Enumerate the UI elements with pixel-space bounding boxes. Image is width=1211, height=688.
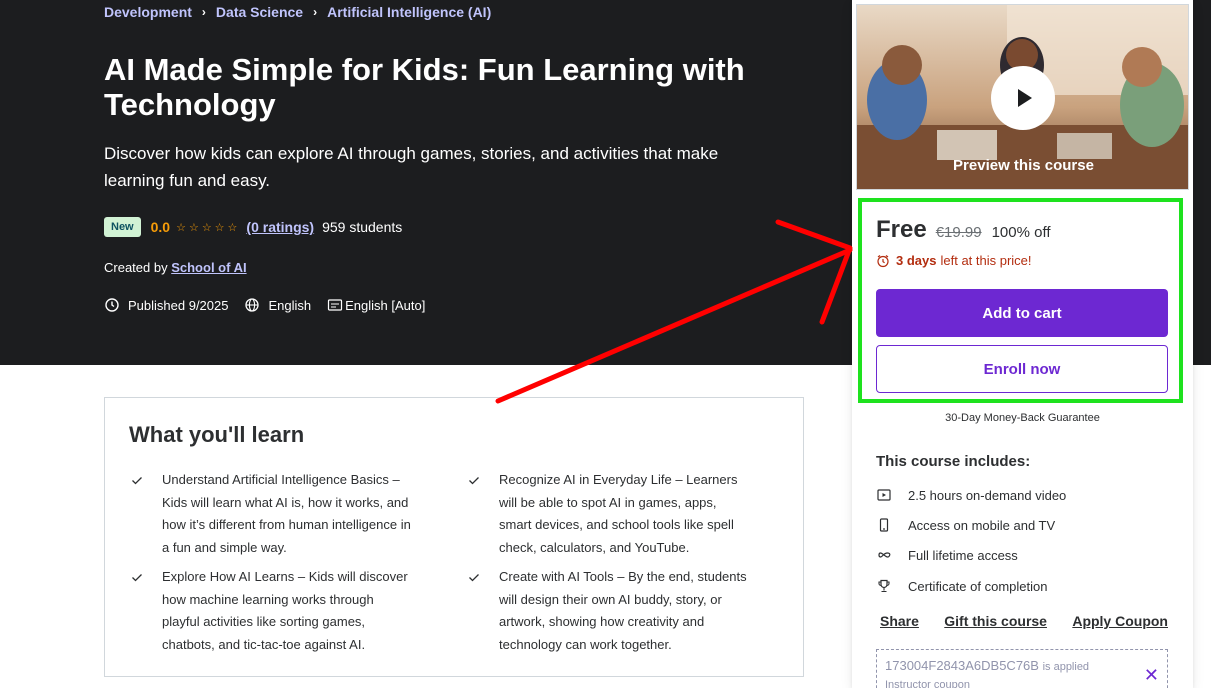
include-certificate: Certificate of completion: [908, 578, 1048, 594]
breadcrumb-data-science[interactable]: Data Science: [216, 4, 303, 20]
learn-item-text: Understand Artificial Intelligence Basic…: [162, 472, 411, 555]
highlight-box: [858, 198, 1183, 403]
breadcrumb: Development › Data Science › Artificial …: [104, 4, 491, 20]
clock-icon: [105, 298, 119, 312]
course-subtitle: Discover how kids can explore AI through…: [104, 144, 719, 190]
star-icon: ☆☆☆☆☆: [176, 221, 241, 234]
students-count: 959 students: [322, 219, 403, 235]
list-item: Recognize AI in Everyday Life – Learners…: [467, 469, 749, 559]
action-links: Share Gift this course Apply Coupon: [880, 613, 1168, 629]
share-link[interactable]: Share: [880, 613, 919, 629]
captions: English [Auto]: [345, 297, 426, 313]
learn-item-text: Recognize AI in Everyday Life – Learners…: [499, 472, 738, 555]
money-back-guarantee: 30-Day Money-Back Guarantee: [945, 412, 1100, 424]
list-item: Understand Artificial Intelligence Basic…: [130, 469, 412, 559]
published-date: Published 9/2025: [128, 297, 229, 313]
trophy-icon: [878, 579, 890, 593]
breadcrumb-development[interactable]: Development: [104, 4, 192, 20]
list-item: 2.5 hours on-demand video: [876, 487, 1066, 503]
language-item: English: [244, 297, 311, 313]
list-item: Explore How AI Learns – Kids will discov…: [130, 566, 412, 656]
created-by: Created by School of AI: [104, 260, 247, 275]
includes-title: This course includes:: [876, 453, 1031, 470]
include-mobile: Access on mobile and TV: [908, 517, 1056, 533]
learn-item-text: Explore How AI Learns – Kids will discov…: [162, 569, 408, 652]
rating-row: New 0.0 ☆☆☆☆☆ (0 ratings) 959 students: [104, 217, 402, 237]
include-lifetime: Full lifetime access: [908, 547, 1018, 563]
ratings-link[interactable]: (0 ratings): [246, 219, 314, 235]
course-title: AI Made Simple for Kids: Fun Learning wi…: [104, 52, 745, 122]
instructor-link[interactable]: School of AI: [171, 260, 246, 275]
list-item: Full lifetime access: [876, 547, 1018, 563]
list-item: Create with AI Tools – By the end, stude…: [467, 566, 749, 656]
check-icon: [469, 477, 479, 485]
new-badge: New: [104, 217, 141, 237]
what-youll-learn: What you'll learn Understand Artificial …: [104, 397, 804, 677]
created-by-label: Created by: [104, 260, 168, 275]
published-item: Published 9/2025: [104, 297, 228, 313]
include-video: 2.5 hours on-demand video: [908, 487, 1067, 503]
infinity-icon: [878, 552, 891, 558]
play-button[interactable]: [991, 66, 1055, 130]
apply-coupon-link[interactable]: Apply Coupon: [1072, 613, 1168, 629]
coupon-type: Instructor coupon: [885, 679, 970, 688]
language: English: [268, 297, 312, 313]
list-item: Certificate of completion: [876, 578, 1047, 594]
preview-label: Preview this course: [953, 157, 1094, 174]
check-icon: [469, 574, 479, 582]
close-icon[interactable]: ✕: [1144, 665, 1159, 686]
list-item: Access on mobile and TV: [876, 517, 1055, 533]
chevron-right-icon: ›: [313, 5, 318, 19]
learn-item-text: Create with AI Tools – By the end, stude…: [499, 569, 747, 652]
applied-coupon: 173004F2843A6DB5C76B is applied Instruct…: [876, 649, 1168, 688]
learn-title: What you'll learn: [129, 422, 305, 447]
coupon-applied-text: is applied: [1042, 661, 1090, 673]
course-meta: Published 9/2025 English English [Auto]: [104, 297, 441, 313]
mobile-icon: [879, 518, 889, 532]
check-icon: [132, 574, 142, 582]
globe-icon: [245, 298, 260, 312]
video-icon: [877, 489, 891, 501]
coupon-code-value: 173004F2843A6DB5C76B: [885, 658, 1039, 673]
captions-item: English [Auto]: [327, 297, 425, 313]
captions-icon: [328, 299, 343, 311]
check-icon: [132, 477, 142, 485]
play-icon: [1018, 89, 1032, 107]
gift-course-link[interactable]: Gift this course: [944, 613, 1047, 629]
course-preview[interactable]: Preview this course: [856, 4, 1189, 190]
chevron-right-icon: ›: [201, 5, 206, 19]
rating-value: 0.0: [150, 219, 171, 235]
coupon-code: 173004F2843A6DB5C76B is applied: [885, 658, 1089, 673]
breadcrumb-ai[interactable]: Artificial Intelligence (AI): [327, 4, 491, 20]
